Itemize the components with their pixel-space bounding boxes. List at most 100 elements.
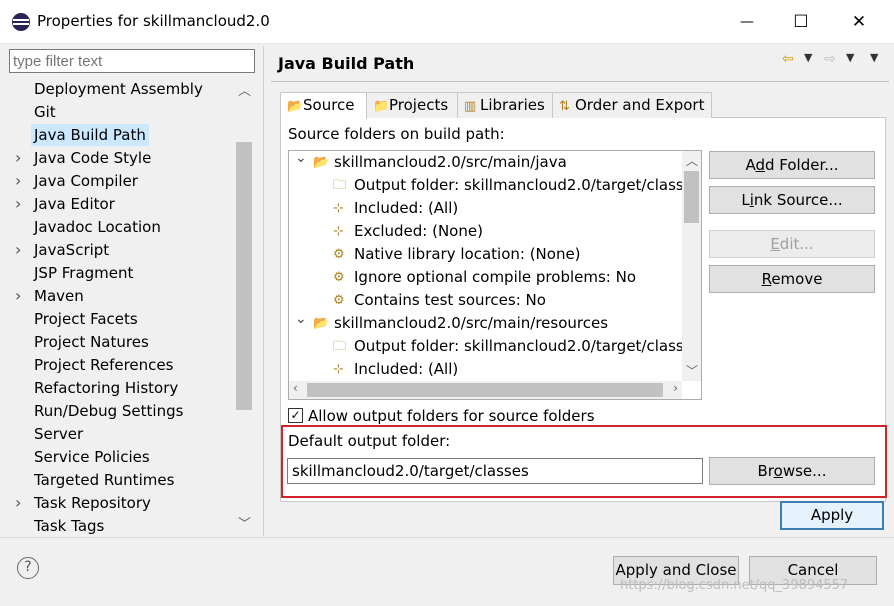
nav-tree-item[interactable]: JSP Fragment	[5, 262, 234, 284]
nav-tree-item[interactable]: Targeted Runtimes	[5, 469, 234, 491]
expand-arrow-icon[interactable]: ›	[15, 492, 21, 514]
nav-tree-item[interactable]: Refactoring History	[5, 377, 234, 399]
nav-tree-item[interactable]: Javadoc Location	[5, 216, 234, 238]
expand-arrow-icon[interactable]: ›	[15, 193, 21, 215]
nav-tree-item-label: Javadoc Location	[34, 218, 161, 236]
nav-tree-item[interactable]: Project Facets	[5, 308, 234, 330]
scroll-left-icon[interactable]: ‹	[293, 381, 298, 395]
scroll-down-icon[interactable]: ﹀	[238, 513, 251, 532]
edit-button[interactable]: Edit...	[709, 230, 875, 258]
watermark: https://blog.csdn.net/qq_39894557	[620, 578, 849, 593]
title-bar: Properties for skillmancloud2.0 — ☐ ✕	[0, 0, 894, 44]
scroll-down-icon[interactable]: ﹀	[686, 362, 698, 379]
link-source-button[interactable]: Link Source...	[709, 186, 875, 214]
projects-icon: 📁	[373, 99, 390, 114]
help-icon[interactable]: ?	[17, 557, 39, 579]
included-icon: ⊹	[333, 201, 344, 216]
source-folder-icon: 📂	[287, 99, 304, 114]
source-folders-tree: ⌄ 📂 skillmancloud2.0/src/main/java 🗀 Output …	[288, 150, 702, 400]
source-tree-label: skillmancloud2.0/src/main/java	[334, 153, 567, 171]
tab-projects[interactable]: 📁Projects	[366, 92, 458, 118]
nav-tree-item[interactable]: Git	[5, 101, 234, 123]
libraries-icon: ▥	[464, 99, 477, 114]
nav-tree-item[interactable]: › Maven	[5, 285, 234, 307]
properties-nav-tree: Deployment Assembly Git Java Build Path › Ja…	[5, 78, 234, 536]
source-tree-label: Excluded: (None)	[354, 222, 483, 240]
nav-tree-item-label: Project References	[34, 356, 174, 374]
close-button[interactable]: ✕	[830, 0, 888, 44]
nav-tree-item[interactable]: Run/Debug Settings	[5, 400, 234, 422]
source-folders-label: Source folders on build path:	[288, 125, 505, 143]
nav-tree-item[interactable]: Server	[5, 423, 234, 445]
tab-libraries[interactable]: ▥ Libraries	[457, 92, 553, 118]
scrollbar-thumb[interactable]	[307, 383, 663, 397]
nav-tree-scrollbar[interactable]: ︿ ﹀	[234, 78, 254, 536]
expand-arrow-icon[interactable]: ›	[15, 285, 21, 307]
scrollbar-thumb[interactable]	[236, 142, 252, 410]
nav-tree-item-label: Maven	[34, 287, 84, 305]
output-folder-icon: 🗀	[333, 178, 347, 193]
nav-tree-item-label: Java Compiler	[34, 172, 138, 190]
scrollbar-thumb[interactable]	[684, 171, 699, 223]
scroll-right-icon[interactable]: ›	[673, 381, 678, 395]
ignore-problems-icon: ⚙	[333, 270, 345, 285]
maximize-button[interactable]: ☐	[772, 0, 830, 44]
apply-button[interactable]: Apply	[780, 501, 884, 530]
collapse-arrow-icon[interactable]: ⌄	[295, 151, 307, 170]
order-export-icon: ⇅	[559, 99, 570, 114]
scroll-up-icon[interactable]: ︿	[686, 152, 698, 169]
nav-tree-item-label: Targeted Runtimes	[34, 471, 175, 489]
default-output-folder-label: Default output folder:	[288, 432, 451, 450]
allow-output-folders-label: Allow output folders for source folders	[308, 407, 595, 425]
eclipse-app-icon	[12, 13, 30, 31]
nav-tree-item-label: Task Tags	[34, 517, 105, 535]
source-tree-hscroll[interactable]: ‹ ›	[289, 381, 682, 399]
minimize-icon: —	[740, 14, 754, 30]
pane-divider[interactable]	[263, 46, 264, 536]
scroll-up-icon[interactable]: ︿	[238, 80, 251, 99]
nav-tree-item[interactable]: Project References	[5, 354, 234, 376]
window-title: Properties for skillmancloud2.0	[37, 12, 270, 30]
collapse-arrow-icon[interactable]: ⌄	[295, 308, 307, 331]
nav-tree-item-label: Refactoring History	[34, 379, 179, 397]
nav-tree-item-label: Java Code Style	[34, 149, 152, 167]
nav-tree-item[interactable]: › JavaScript	[5, 239, 234, 261]
package-folder-icon: 📂	[313, 316, 330, 331]
nav-tree-item[interactable]: › Task Repository	[5, 492, 234, 514]
close-icon: ✕	[851, 12, 867, 32]
tab-order-and-export[interactable]: ⇅ Order and Export	[552, 92, 712, 118]
nav-tree-item[interactable]: Task Tags	[5, 515, 234, 536]
allow-output-folders-checkbox[interactable]: ✓	[288, 408, 303, 423]
remove-button[interactable]: Remove	[709, 265, 875, 293]
expand-arrow-icon[interactable]: ›	[15, 147, 21, 169]
nav-tree-item-label: JSP Fragment	[34, 264, 134, 282]
nav-tree-item[interactable]: Deployment Assembly	[5, 78, 234, 100]
nav-tree-item[interactable]: Project Natures	[5, 331, 234, 353]
nav-tree-item[interactable]: › Java Editor	[5, 193, 234, 215]
nav-tree-item-label: Service Policies	[34, 448, 150, 466]
default-output-folder-field[interactable]: skillmancloud2.0/target/classes	[287, 458, 703, 484]
nav-tree-item[interactable]: › Java Code Style	[5, 147, 234, 169]
nav-tree-item-label: Project Facets	[34, 310, 138, 328]
excluded-icon: ⊹	[333, 224, 344, 239]
minimize-button[interactable]: —	[718, 0, 776, 44]
forward-arrow-icon[interactable]: ⇨	[824, 51, 836, 67]
browse-button[interactable]: Browse...	[709, 457, 875, 485]
back-menu-icon[interactable]: ▼	[804, 51, 812, 64]
view-menu-icon[interactable]: ▼	[870, 51, 878, 64]
back-arrow-icon[interactable]: ⇦	[782, 51, 794, 67]
source-tree-label: skillmancloud2.0/src/main/resources	[334, 314, 609, 332]
forward-menu-icon[interactable]: ▼	[846, 51, 854, 64]
nav-tree-item-label: Project Natures	[34, 333, 149, 351]
nav-tree-item[interactable]: Service Policies	[5, 446, 234, 468]
filter-input[interactable]	[9, 49, 255, 73]
expand-arrow-icon[interactable]: ›	[15, 170, 21, 192]
nav-tree-item[interactable]: Java Build Path	[5, 124, 234, 146]
tab-source[interactable]: 📂Source	[280, 92, 367, 119]
page-title: Java Build Path	[278, 54, 415, 73]
nav-tree-item[interactable]: › Java Compiler	[5, 170, 234, 192]
expand-arrow-icon[interactable]: ›	[15, 239, 21, 261]
add-folder-button[interactable]: Add Folder...	[709, 151, 875, 179]
source-tree-vscroll[interactable]: ︿ ﹀	[682, 151, 701, 381]
source-tree-label: Contains test sources: No	[354, 291, 546, 309]
